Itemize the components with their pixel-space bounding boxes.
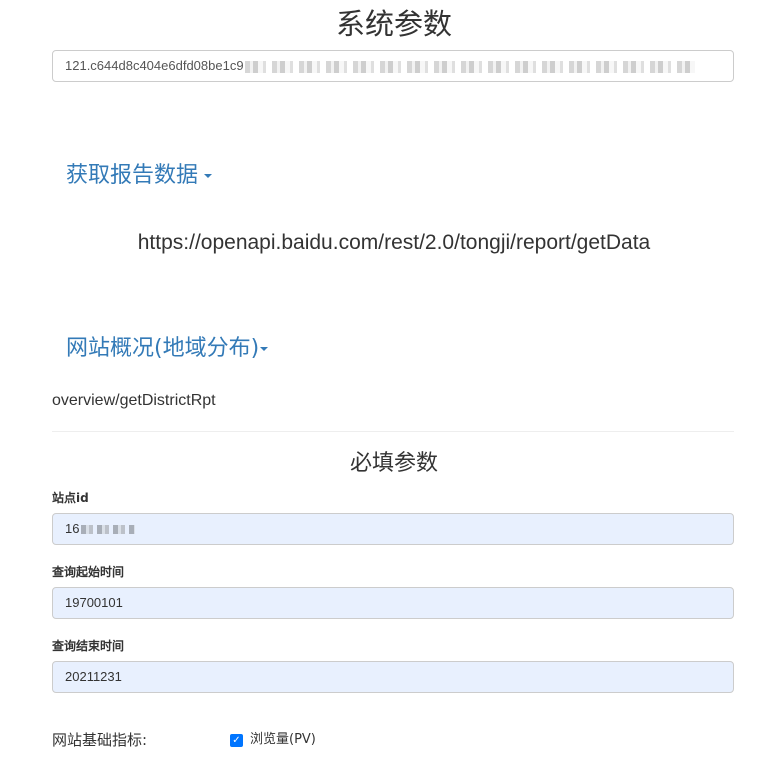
page: 系统参数 121.c644d8c404e6dfd08be1c9 获取报告数据 h… bbox=[0, 0, 760, 778]
api-endpoint-url: https://openapi.baidu.com/rest/2.0/tongj… bbox=[137, 231, 651, 254]
access-token-value: 121.c644d8c404e6dfd08be1c9 bbox=[65, 58, 244, 73]
caret-down-icon bbox=[204, 174, 213, 178]
pageviews-checkbox-option[interactable]: ✓ 浏览量(PV) bbox=[230, 730, 316, 750]
report-data-dropdown-label: 获取报告数据 bbox=[66, 163, 199, 188]
method-path: overview/getDistrictRpt bbox=[52, 392, 216, 409]
start-date-value: 19700101 bbox=[65, 595, 123, 610]
end-date-label: 查询结束时间 bbox=[52, 639, 125, 653]
pageviews-checkbox-label: 浏览量(PV) bbox=[250, 732, 316, 747]
check-icon: ✓ bbox=[232, 734, 241, 746]
page-title: 系统参数 bbox=[335, 7, 452, 41]
end-date-value: 20211231 bbox=[65, 669, 122, 684]
end-date-input[interactable]: 20211231 bbox=[52, 661, 734, 693]
site-id-value: 16 bbox=[65, 521, 80, 536]
report-data-dropdown[interactable]: 获取报告数据 bbox=[66, 159, 213, 193]
token-redaction-blur bbox=[244, 60, 695, 73]
caret-down-icon bbox=[260, 347, 269, 351]
divider bbox=[52, 431, 734, 432]
basic-metrics-label: 网站基础指标: bbox=[52, 731, 148, 749]
required-params-title: 必填参数 bbox=[349, 451, 438, 476]
site-id-redaction-blur bbox=[81, 525, 136, 535]
pageviews-checkbox[interactable]: ✓ bbox=[230, 733, 243, 747]
start-date-input[interactable]: 19700101 bbox=[52, 587, 734, 619]
access-token-input[interactable]: 121.c644d8c404e6dfd08be1c9 bbox=[52, 50, 734, 82]
site-id-label: 站点id bbox=[52, 491, 89, 505]
start-date-label: 查询起始时间 bbox=[52, 565, 125, 579]
overview-district-dropdown[interactable]: 网站概况(地域分布) bbox=[66, 332, 269, 366]
overview-district-dropdown-label: 网站概况(地域分布) bbox=[66, 336, 260, 361]
site-id-input[interactable]: 16 bbox=[52, 513, 734, 545]
